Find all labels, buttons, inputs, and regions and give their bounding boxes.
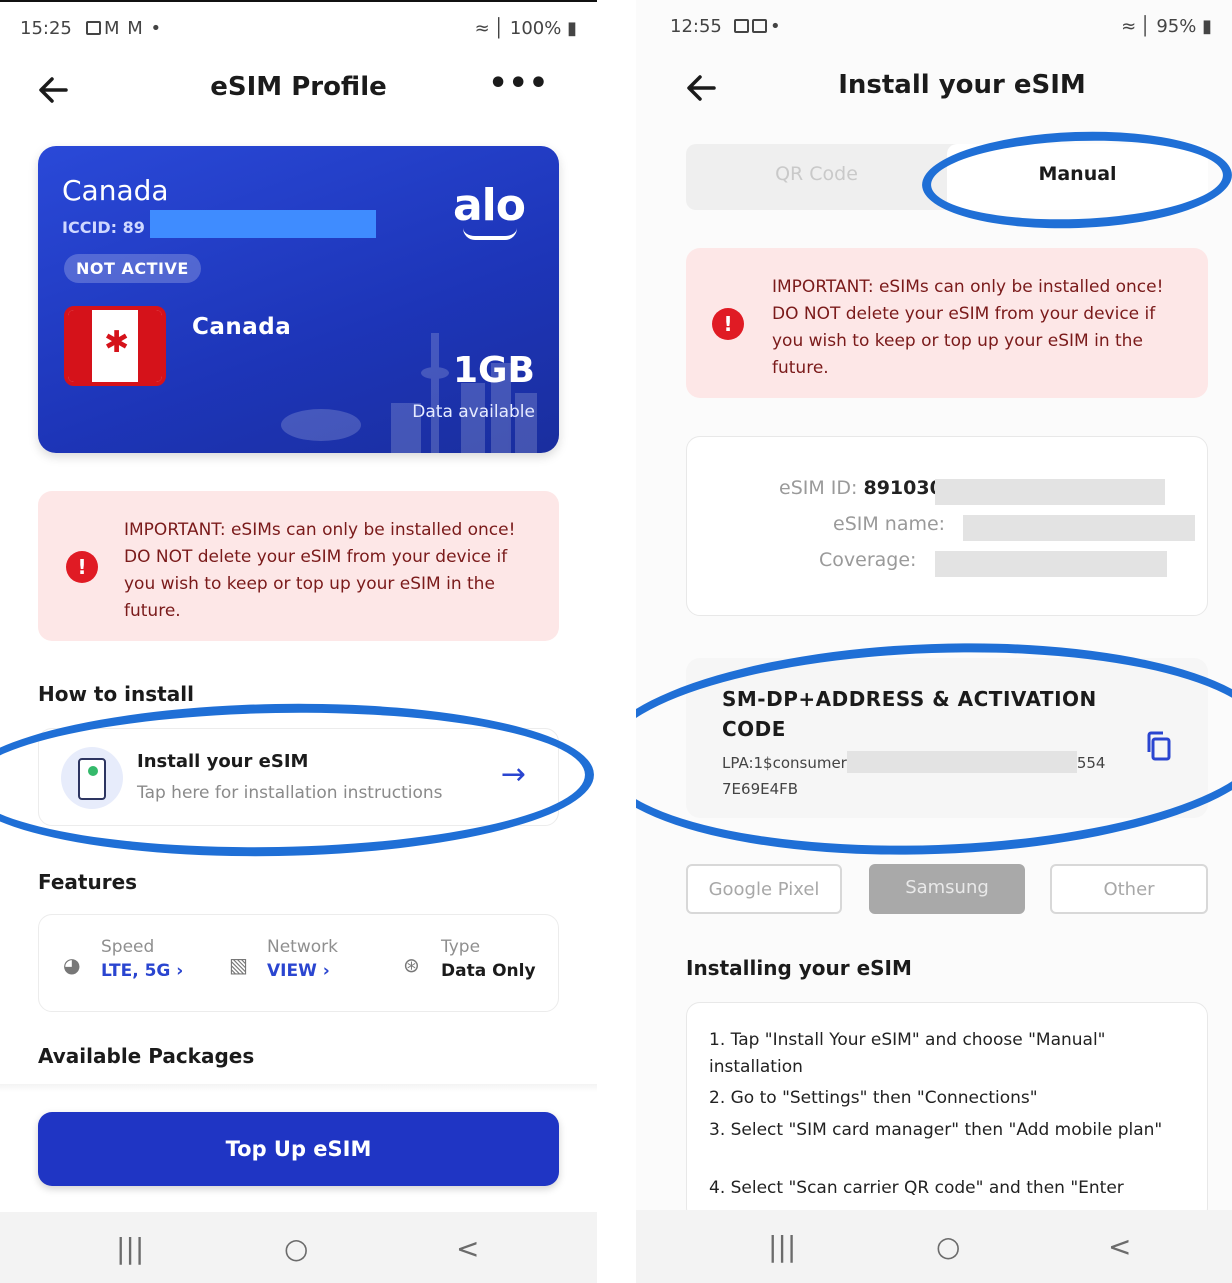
screenshot-comparison: 15:25 M M • ≈ │ 100% ▮ eSIM Profile ••• … (0, 0, 1232, 1283)
install-esim-screen: 12:55 • ≈ │ 95% ▮ Install your eSIM QR C… (636, 0, 1232, 1283)
activation-code-value[interactable]: LPA:1$consumer 554 7E69E4FB (722, 750, 1142, 802)
feature-network[interactable]: ▧ Network VIEW › (229, 937, 338, 981)
status-bar: 15:25 M M • ≈ │ 100% ▮ (0, 16, 597, 46)
card-data-amount: 1GB (452, 350, 535, 391)
recent-apps-icon[interactable]: ||| (116, 1232, 144, 1265)
features-heading: Features (38, 870, 138, 894)
card-iccid: ICCID: 89 (62, 218, 145, 237)
status-bar: 12:55 • ≈ │ 95% ▮ (636, 14, 1232, 44)
features-card: ◕ Speed LTE, 5G › ▧ Network VIEW › ⊛ Typ… (38, 914, 559, 1012)
brand-logo: alo (452, 180, 526, 231)
esim-id-value: 891030 (863, 477, 943, 499)
phone-install-icon (61, 747, 123, 809)
status-time: 12:55 (670, 16, 722, 37)
speed-icon: ◕ (63, 953, 81, 977)
warning-icon: ! (712, 308, 744, 340)
home-icon[interactable]: ○ (936, 1230, 960, 1263)
step-item: 4. Select "Scan carrier QR code" and the… (709, 1178, 1124, 1198)
card-data-label: Data available (412, 402, 535, 422)
battery-status: ≈ │ 100% ▮ (474, 18, 577, 39)
important-alert: ! IMPORTANT: eSIMs can only be installed… (686, 248, 1208, 398)
arrow-right-icon[interactable]: → (501, 757, 526, 792)
calendar-icon (734, 19, 749, 33)
redaction-block (963, 515, 1195, 541)
install-subtitle: Tap here for installation instructions (137, 783, 443, 803)
notification-icons: • (734, 16, 782, 37)
system-nav-bar: ||| ○ < (636, 1210, 1232, 1283)
redaction-block (150, 210, 376, 238)
system-back-icon[interactable]: < (1108, 1230, 1131, 1263)
notification-icons: M M • (86, 18, 162, 39)
step-item: 1. Tap "Install Your eSIM" and choose "M… (709, 1030, 1106, 1077)
redaction-block (935, 551, 1167, 577)
install-esim-row[interactable]: Install your eSIM Tap here for installat… (38, 728, 559, 826)
step-item: 3. Select "SIM card manager" then "Add m… (709, 1120, 1163, 1140)
esim-name-label: eSIM name: (833, 513, 946, 535)
copy-icon[interactable] (1144, 730, 1172, 762)
speed-value[interactable]: LTE, 5G › (101, 961, 183, 981)
device-google-pixel-button[interactable]: Google Pixel (686, 864, 842, 914)
esim-info-card: eSIM ID: 891030 eSIM name: Coverage: (686, 436, 1208, 616)
warning-icon: ! (66, 551, 98, 583)
divider-gap (597, 0, 636, 1283)
more-options-icon[interactable]: ••• (488, 66, 549, 101)
status-badge: NOT ACTIVE (64, 254, 201, 283)
card-plan-name: Canada (192, 314, 292, 340)
alert-text: IMPORTANT: eSIMs can only be installed o… (124, 520, 516, 621)
device-samsung-button[interactable]: Samsung (869, 864, 1025, 914)
type-value: Data Only (441, 961, 536, 981)
feature-type: ⊛ Type Data Only (403, 937, 536, 981)
device-other-button[interactable]: Other (1050, 864, 1208, 914)
coverage-label: Coverage: (819, 549, 917, 571)
top-up-button[interactable]: Top Up eSIM (38, 1112, 559, 1186)
scroll-fade (0, 1084, 597, 1092)
installation-steps: 1. Tap "Install Your eSIM" and choose "M… (686, 1002, 1208, 1222)
antenna-icon: ⊛ (403, 953, 420, 977)
gallery-icon (86, 21, 101, 35)
step-item: 2. Go to "Settings" then "Connections" (709, 1088, 1038, 1108)
gallery-icon (752, 19, 767, 33)
system-nav-bar: ||| ○ < (0, 1212, 597, 1283)
canada-flag-icon: ✱ (64, 306, 166, 386)
activation-code-card: SM-DP+ADDRESS & ACTIVATION CODE LPA:1$co… (686, 658, 1208, 818)
page-title: Install your eSIM (838, 70, 1086, 100)
tab-qr-code[interactable]: QR Code (686, 144, 947, 210)
feature-speed[interactable]: ◕ Speed LTE, 5G › (63, 937, 183, 981)
battery-status: ≈ │ 95% ▮ (1121, 16, 1212, 37)
top-bar: Install your eSIM (636, 60, 1232, 116)
tab-manual[interactable]: Manual (947, 144, 1208, 210)
home-icon[interactable]: ○ (284, 1232, 308, 1265)
esim-id: eSIM ID: 891030 (779, 477, 943, 499)
redaction-block (846, 751, 1077, 773)
important-alert: ! IMPORTANT: eSIMs can only be installed… (38, 491, 559, 641)
card-country: Canada (62, 174, 169, 207)
installing-heading: Installing your eSIM (686, 956, 912, 980)
alert-text: IMPORTANT: eSIMs can only be installed o… (772, 277, 1164, 378)
esim-card: Canada ICCID: 89 alo NOT ACTIVE ✱ Canada… (38, 146, 559, 453)
install-method-tabs: QR Code Manual (686, 144, 1208, 210)
network-view-link[interactable]: VIEW › (267, 961, 338, 981)
system-back-icon[interactable]: < (456, 1232, 479, 1265)
install-title: Install your eSIM (137, 751, 309, 772)
how-to-install-heading: How to install (38, 682, 194, 706)
recent-apps-icon[interactable]: ||| (768, 1230, 796, 1263)
redaction-block (935, 479, 1165, 505)
esim-profile-screen: 15:25 M M • ≈ │ 100% ▮ eSIM Profile ••• … (0, 0, 597, 1283)
top-bar: eSIM Profile ••• (0, 62, 597, 118)
available-packages-heading: Available Packages (38, 1044, 255, 1068)
status-time: 15:25 (20, 18, 72, 39)
brand-logo-smile (463, 228, 517, 240)
activation-code-title: SM-DP+ADDRESS & ACTIVATION CODE (722, 687, 1097, 741)
signal-icon: ▧ (229, 953, 248, 977)
